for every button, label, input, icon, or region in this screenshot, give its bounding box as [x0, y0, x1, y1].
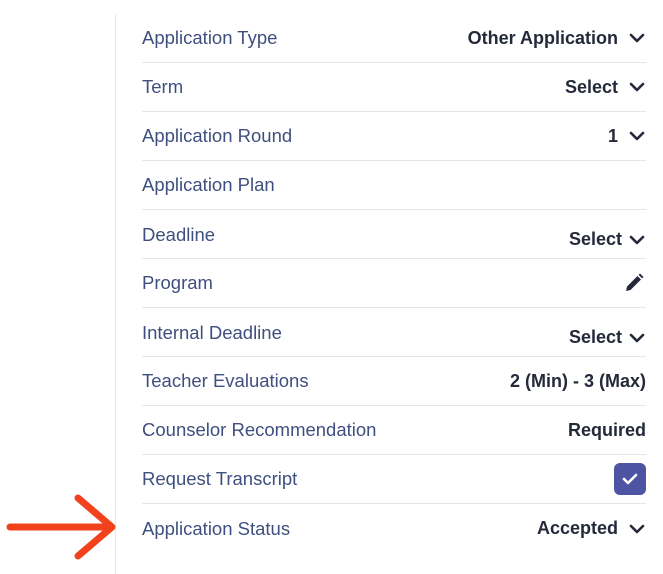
chevron-down-icon — [629, 33, 645, 43]
arrow-right-icon — [6, 494, 116, 560]
row-value: Select — [568, 327, 622, 347]
row-request-transcript: Request Transcript — [142, 455, 646, 504]
row-application-plan: Application Plan — [142, 161, 646, 210]
row-label: Counselor Recommendation — [142, 419, 377, 440]
term-dropdown[interactable]: Select — [565, 77, 646, 98]
row-label: Teacher Evaluations — [142, 370, 309, 391]
row-counselor-recommendation: Counselor Recommendation Required — [142, 406, 646, 455]
row-application-status: Application Status Accepted — [142, 504, 646, 553]
row-label: Request Transcript — [142, 468, 298, 489]
row-value: Other Application — [467, 27, 618, 48]
row-application-round: Application Round 1 — [142, 112, 646, 161]
chevron-down-icon — [629, 333, 645, 342]
row-label: Application Status — [142, 517, 291, 539]
deadline-dropdown[interactable]: Select — [569, 229, 646, 250]
row-teacher-evaluations: Teacher Evaluations 2 (Min) - 3 (Max) — [142, 357, 646, 406]
application-status-dropdown[interactable]: Accepted — [537, 518, 646, 539]
row-label: Internal Deadline — [142, 322, 282, 343]
pencil-icon[interactable] — [624, 273, 644, 293]
row-value: 1 — [607, 125, 618, 146]
chevron-down-icon — [629, 524, 645, 533]
row-value: Select — [568, 229, 622, 249]
row-label: Application Round — [142, 125, 293, 146]
row-term: Term Select — [142, 63, 646, 112]
request-transcript-checkbox[interactable] — [614, 463, 646, 495]
row-application-type: Application Type Other Application — [142, 14, 646, 63]
row-label: Term — [142, 76, 184, 97]
row-internal-deadline: Internal Deadline Select — [142, 308, 646, 357]
row-value: Accepted — [536, 518, 618, 538]
chevron-down-icon — [629, 235, 645, 244]
row-deadline: Deadline Select — [142, 210, 646, 259]
chevron-down-icon — [629, 131, 645, 141]
application-round-dropdown[interactable]: 1 — [608, 126, 646, 147]
row-label: Application Type — [142, 27, 278, 48]
internal-deadline-dropdown[interactable]: Select — [569, 327, 646, 348]
row-value: 2 (Min) - 3 (Max) — [509, 370, 646, 391]
application-type-dropdown[interactable]: Other Application — [468, 28, 646, 49]
chevron-down-icon — [629, 82, 645, 92]
application-details-panel: Application Type Other Application Term … — [142, 14, 646, 553]
panel-left-divider — [115, 14, 116, 574]
row-value: Select — [564, 76, 618, 97]
row-label: Program — [142, 272, 213, 293]
row-label: Application Plan — [142, 174, 275, 195]
checkmark-icon — [622, 473, 638, 485]
row-program: Program — [142, 259, 646, 308]
row-label: Deadline — [142, 224, 216, 245]
row-value: Required — [567, 419, 646, 440]
